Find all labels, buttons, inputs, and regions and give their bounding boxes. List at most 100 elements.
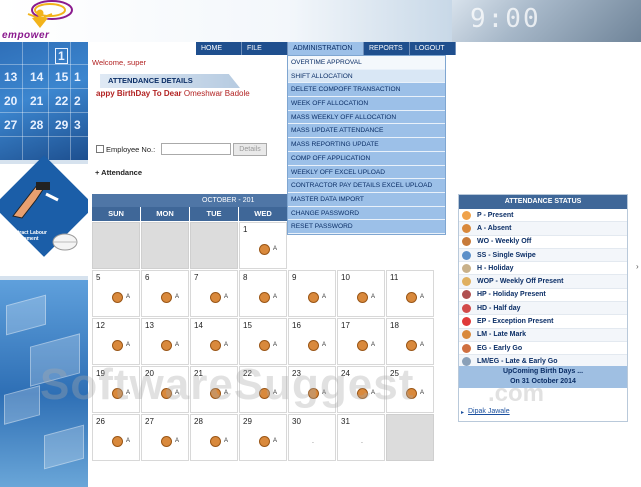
calendar-day-cell[interactable]: 7A: [190, 270, 238, 317]
day-number: 7: [194, 273, 199, 282]
dropdown-item-shift-allocation[interactable]: SHIFT ALLOCATION: [288, 69, 445, 84]
calendar-day-cell[interactable]: 1A: [239, 222, 287, 269]
calendar-day-cell[interactable]: 11 A: [386, 270, 434, 317]
dropdown-item-delete-compoff-transaction[interactable]: DELETE COMPOFF TRANSACTION: [288, 83, 445, 98]
dropdown-item-change-password[interactable]: CHANGE PASSWORD: [288, 206, 445, 221]
day-status-code: A: [371, 294, 376, 300]
calendar-day-cell[interactable]: 9A: [288, 270, 336, 317]
status-color-icon: [462, 210, 471, 220]
status-label: EP - Exception Present: [477, 318, 554, 326]
day-status-code: A: [126, 342, 131, 348]
absent-status-icon: [259, 388, 270, 399]
dropdown-item-mass-update-attendance[interactable]: MASS UPDATE ATTENDANCE: [288, 124, 445, 139]
day-number: 12: [96, 321, 105, 330]
day-status-code: A: [371, 390, 376, 396]
dropdown-item-overtime-approval[interactable]: OVERTIME APPROVAL: [288, 56, 445, 70]
day-number: 26: [96, 417, 105, 426]
calendar-day-cell[interactable]: 30.: [288, 414, 336, 461]
status-color-icon: [462, 223, 471, 233]
day-number: 22: [243, 369, 252, 378]
calendar-day-cell[interactable]: 6A: [141, 270, 189, 317]
dropdown-item-weekly-off-excel-upload[interactable]: WEEKLY OFF EXCEL UPLOAD: [288, 165, 445, 180]
calendar-week-row: 26 A 27 A 28 A 29 A 30. 31.: [92, 414, 439, 461]
dropdown-item-comp-off-application[interactable]: COMP OFF APPLICATION: [288, 151, 445, 166]
calendar-day-cell[interactable]: 28 A: [190, 414, 238, 461]
nav-reports[interactable]: REPORTS: [364, 42, 410, 55]
day-status-code: A: [175, 438, 180, 444]
calendar-day-cell[interactable]: 26 A: [92, 414, 140, 461]
calendar-day-cell[interactable]: 14 A: [190, 318, 238, 365]
calendar-day-cell[interactable]: 27 A: [141, 414, 189, 461]
absent-status-icon: [357, 292, 368, 303]
day-status-code: A: [224, 294, 229, 300]
absent-status-icon: [259, 292, 270, 303]
calendar-day-cell[interactable]: 5A: [92, 270, 140, 317]
nav-logout[interactable]: LOGOUT: [410, 42, 456, 55]
day-number: 15: [243, 321, 252, 330]
calendar-day-cell[interactable]: 19 A: [92, 366, 140, 413]
status-legend-row: HD - Half day: [459, 302, 627, 316]
status-label: P - Present: [477, 211, 514, 219]
calendar-day-cell[interactable]: 15 A: [239, 318, 287, 365]
clock-display: 9:00: [470, 4, 541, 34]
calendar-day-cell[interactable]: 31.: [337, 414, 385, 461]
contract-labour-block[interactable]: Contract Labour Management: [0, 155, 88, 276]
dropdown-item-reset-password[interactable]: RESET PASSWORD: [288, 220, 445, 234]
calendar-day-cell[interactable]: 24 A: [337, 366, 385, 413]
day-status-code: A: [224, 390, 229, 396]
day-number: 10: [341, 273, 350, 282]
dropdown-item-mass-reporting-update[interactable]: MASS REPORTING UPDATE: [288, 138, 445, 152]
calendar-day-cell[interactable]: 10 A: [337, 270, 385, 317]
dropdown-item-master-data-import[interactable]: MASTER DATA IMPORT: [288, 192, 445, 207]
status-color-icon: [462, 237, 471, 247]
dropdown-item-contractor-pay-details-excel-upload[interactable]: CONTRACTOR PAY DETAILS EXCEL UPLOAD: [288, 179, 445, 193]
calendar-day-cell[interactable]: 25 A: [386, 366, 434, 413]
calendar-day-cell[interactable]: 23 A: [288, 366, 336, 413]
brand-name: empower: [2, 30, 50, 41]
day-status-code: A: [322, 390, 327, 396]
day-number: 14: [194, 321, 203, 330]
nav-home[interactable]: HOME: [196, 42, 242, 55]
day-number: 27: [145, 417, 154, 426]
attendance-toggle[interactable]: + Attendance: [95, 168, 142, 177]
calendar-day-cell[interactable]: 8A: [239, 270, 287, 317]
absent-status-icon: [161, 388, 172, 399]
upcoming-birthdays: UpComing Birth Days ... On 31 October 20…: [459, 366, 627, 388]
calendar-day-cell[interactable]: 12 A: [92, 318, 140, 365]
status-label: HD - Half day: [477, 304, 521, 312]
calendar-day-cell[interactable]: 13 A: [141, 318, 189, 365]
status-title: ATTENDANCE STATUS: [459, 195, 627, 209]
calendar-week-row: 12 A 13 A 14 A 15 A 16 A 17 A 18 A: [92, 318, 439, 365]
scroll-arrow-icon[interactable]: ›: [636, 262, 639, 271]
calendar-day-cell[interactable]: 22 A: [239, 366, 287, 413]
calendar-day-cell[interactable]: 20 A: [141, 366, 189, 413]
status-label: WO - Weekly Off: [477, 238, 532, 246]
dropdown-item-week-off-allocation[interactable]: WEEK OFF ALLOCATION: [288, 97, 445, 111]
day-number: 11: [390, 273, 399, 282]
calendar-day-cell[interactable]: 29 A: [239, 414, 287, 461]
details-button[interactable]: Details: [233, 143, 267, 156]
day-status-code: A: [322, 294, 327, 300]
welcome-text: Welcome, super: [92, 58, 147, 67]
absent-status-icon: [259, 340, 270, 351]
calendar-day-cell[interactable]: 18 A: [386, 318, 434, 365]
top-nav: HOME FILE ADMINISTRATION REPORTS LOGOUT: [196, 42, 456, 55]
calendar-day-cell[interactable]: 16 A: [288, 318, 336, 365]
day-number: 20: [145, 369, 154, 378]
status-color-icon: [462, 290, 471, 300]
calendar-day-cell[interactable]: 21 A: [190, 366, 238, 413]
calendar-day-cell[interactable]: 17 A: [337, 318, 385, 365]
birthday-name: Omeshwar Badole: [183, 89, 250, 98]
dropdown-item-mass-weekly-off-allocation[interactable]: MASS WEEKLY OFF ALLOCATION: [288, 110, 445, 125]
day-number: 18: [390, 321, 399, 330]
day-status-code: A: [273, 294, 278, 300]
employee-checkbox[interactable]: [96, 145, 104, 153]
absent-status-icon: [161, 292, 172, 303]
status-legend: P - Present A - Absent WO - Weekly Off SS -…: [459, 209, 627, 369]
nav-file[interactable]: FILE: [242, 42, 288, 55]
birthday-person-link[interactable]: Dipak Jawale: [468, 408, 510, 415]
status-label: H - Holiday: [477, 264, 514, 272]
employee-input[interactable]: [161, 143, 232, 155]
nav-administration[interactable]: ADMINISTRATION: [288, 42, 364, 55]
absent-status-icon: [308, 388, 319, 399]
